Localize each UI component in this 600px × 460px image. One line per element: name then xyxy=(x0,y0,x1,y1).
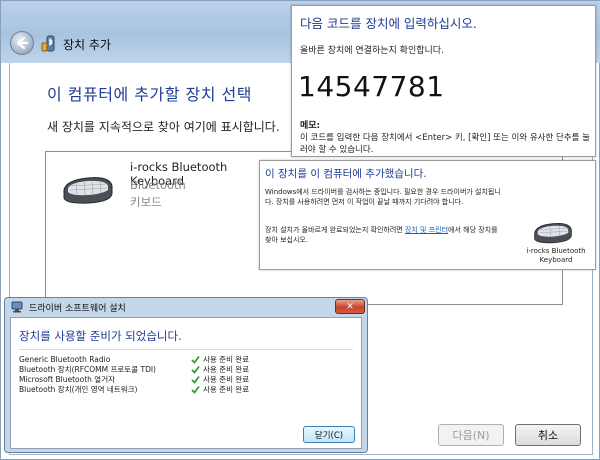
close-window-button[interactable]: ✕ xyxy=(335,299,365,314)
close-button[interactable]: 닫기(C) xyxy=(303,426,355,443)
dialog-heading: 장치를 사용할 준비가 되었습니다. xyxy=(19,329,182,343)
list-item: Generic Bluetooth Radio 사용 준비 완료 xyxy=(19,355,353,365)
cancel-button[interactable]: 취소 xyxy=(515,424,581,446)
divider xyxy=(19,349,353,350)
driver-install-dialog: 드라이버 소프트웨어 설치 ✕ 장치를 사용할 준비가 되었습니다. Gener… xyxy=(4,297,368,453)
notification-title: 이 장치를 이 컴퓨터에 추가했습니다. xyxy=(265,168,427,180)
notification-body: Windows에서 드라이버를 검사하는 중입니다. 필요한 경우 드라이버가 … xyxy=(265,188,501,206)
keyboard-icon xyxy=(534,222,572,244)
driver-status: 사용 준비 완료 xyxy=(203,385,250,394)
bluetooth-device-icon xyxy=(41,35,55,52)
back-arrow-icon xyxy=(16,36,29,50)
driver-status-list: Generic Bluetooth Radio 사용 준비 완료 Bluetoo… xyxy=(19,355,353,395)
memo-text: 이 코드를 입력한 다음 장치에서 <Enter> 키, [확인] 또는 이와 … xyxy=(300,133,590,155)
driver-name: Bluetooth 장치(개인 영역 네트워크) xyxy=(19,385,138,394)
driver-status: 사용 준비 완료 xyxy=(203,355,250,364)
dialog-content: 장치를 사용할 준비가 되었습니다. Generic Bluetooth Rad… xyxy=(10,317,362,449)
list-item: Bluetooth 장치(RFCOMM 프로토콜 TDI) 사용 준비 완료 xyxy=(19,365,353,375)
driver-name: Microsoft Bluetooth 열거자 xyxy=(19,375,116,384)
device-connection: Bluetooth xyxy=(130,178,186,192)
dialog-title: 드라이버 소프트웨어 설치 xyxy=(29,304,126,314)
list-item: Bluetooth 장치(개인 영역 네트워크) 사용 준비 완료 xyxy=(19,385,353,395)
pairing-subtitle: 올바른 장치에 연결하는지 확인합니다. xyxy=(300,46,444,56)
device-tile[interactable]: i-rocks Bluetooth Keyboard Bluetooth 키보드 xyxy=(62,160,272,220)
page-heading: 이 컴퓨터에 추가할 장치 선택 xyxy=(47,85,252,104)
check-icon xyxy=(191,355,200,364)
device-caption: i-rocks Bluetooth Keyboard xyxy=(526,247,586,264)
device-added-notification: 이 장치를 이 컴퓨터에 추가했습니다. Windows에서 드라이버를 검사하… xyxy=(259,160,596,270)
device-manager-icon xyxy=(11,301,23,313)
memo-label: 메모: xyxy=(300,121,321,131)
driver-status: 사용 준비 완료 xyxy=(203,375,250,384)
keyboard-icon xyxy=(63,177,113,204)
pairing-title: 다음 코드를 장치에 입력하십시오. xyxy=(300,16,477,31)
check-icon xyxy=(191,385,200,394)
close-icon: ✕ xyxy=(346,301,354,312)
driver-name: Generic Bluetooth Radio xyxy=(19,355,111,364)
dialog-titlebar[interactable]: 드라이버 소프트웨어 설치 ✕ xyxy=(5,298,367,316)
page-subtext: 새 장치를 지속적으로 찾아 여기에 표시합니다. xyxy=(47,120,280,134)
next-button[interactable]: 다음(N) xyxy=(438,424,504,446)
check-icon xyxy=(191,375,200,384)
driver-status: 사용 준비 완료 xyxy=(203,365,250,374)
devices-printers-link[interactable]: 장치 및 프린터 xyxy=(405,226,448,234)
back-button[interactable] xyxy=(10,31,34,55)
driver-name: Bluetooth 장치(RFCOMM 프로토콜 TDI) xyxy=(19,365,156,374)
pairing-code: 14547781 xyxy=(298,70,445,103)
check-icon xyxy=(191,365,200,374)
pairing-code-popup: 다음 코드를 장치에 입력하십시오. 올바른 장치에 연결하는지 확인합니다. … xyxy=(291,5,596,157)
notification-instructions: 장치 설치가 올바르게 완료되었는지 확인하려면 장치 및 프린터에서 해당 장… xyxy=(265,225,501,245)
window-title: 장치 추가 xyxy=(63,38,111,52)
device-kind: 키보드 xyxy=(130,195,162,209)
list-item: Microsoft Bluetooth 열거자 사용 준비 완료 xyxy=(19,375,353,385)
instructions-prefix: 장치 설치가 올바르게 완료되었는지 확인하려면 xyxy=(265,226,405,234)
